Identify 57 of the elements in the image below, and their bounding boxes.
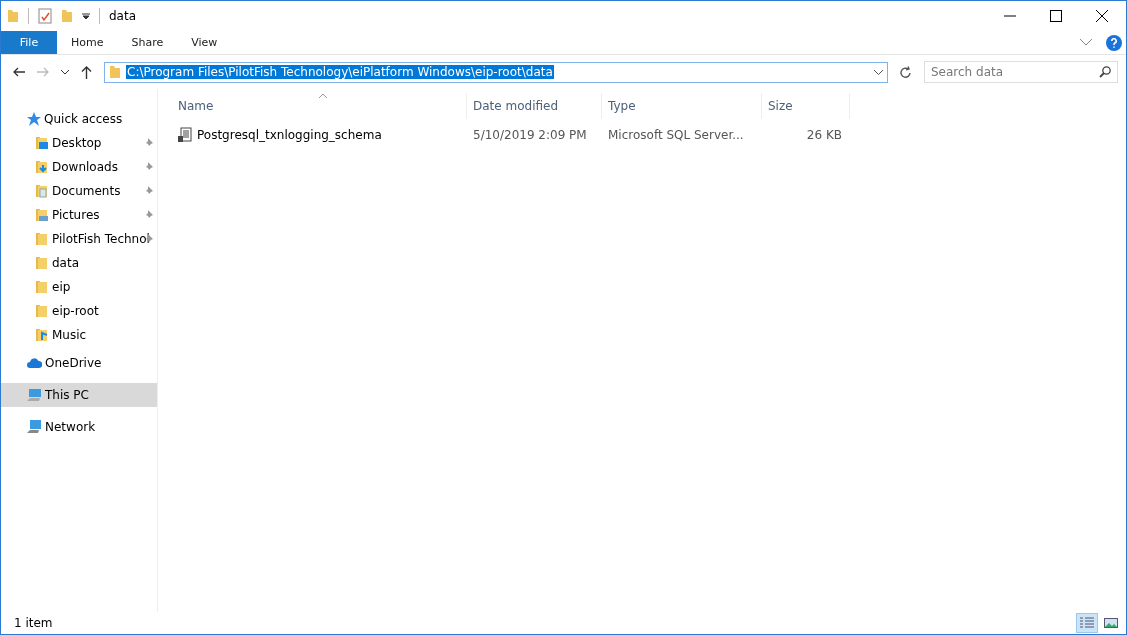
dropdown-icon[interactable] — [82, 12, 90, 20]
folder-icon — [35, 280, 49, 294]
properties-icon[interactable] — [38, 8, 52, 24]
cloud-icon — [27, 358, 42, 368]
folder-icon — [109, 65, 121, 79]
sidebar-item[interactable]: eip — [1, 275, 157, 299]
column-header[interactable]: Date modified — [467, 93, 602, 119]
picture-icon — [1104, 617, 1118, 629]
folder-icon — [35, 232, 49, 246]
downloads-folder-icon — [35, 160, 49, 174]
type-cell-text: Microsoft SQL Server... — [607, 128, 745, 142]
sidebar-item[interactable]: Network — [1, 415, 157, 439]
item-count: 1 item — [14, 616, 53, 630]
close-icon[interactable] — [1096, 10, 1108, 22]
column-header[interactable]: Name — [172, 93, 467, 119]
computer-icon — [27, 388, 42, 402]
sidebar-item[interactable]: eip-root — [1, 299, 157, 323]
sidebar-item[interactable]: Desktop — [1, 131, 157, 155]
recent-locations-icon[interactable] — [61, 69, 69, 75]
sidebar-item[interactable]: OneDrive — [1, 351, 157, 375]
pictures-folder-icon — [35, 208, 49, 222]
sidebar-item[interactable]: Downloads — [1, 155, 157, 179]
sidebar-item[interactable]: Music — [1, 323, 157, 347]
sidebar-item[interactable]: Documents — [1, 179, 157, 203]
music-folder-icon — [35, 328, 49, 342]
ribbon-tab[interactable]: Share — [117, 31, 178, 54]
desktop-folder-icon — [35, 136, 49, 150]
sidebar-item[interactable]: Pictures — [1, 203, 157, 227]
back-arrow-icon[interactable] — [13, 67, 25, 77]
star-icon — [27, 112, 41, 126]
network-icon — [27, 420, 42, 434]
search-field[interactable]: Search data — [924, 61, 1118, 83]
up-arrow-icon[interactable] — [81, 65, 92, 79]
size-cell-text: 26 KB — [805, 128, 843, 142]
sidebar-item[interactable]: Quick access — [1, 107, 157, 131]
sidebar-item[interactable]: This PC — [1, 383, 157, 407]
search-icon[interactable] — [1099, 66, 1111, 78]
file-name-cell[interactable]: Postgresql_txnlogging_schema — [172, 127, 467, 143]
help-icon[interactable] — [1106, 34, 1122, 51]
refresh-icon[interactable] — [900, 65, 912, 79]
script-file-icon — [178, 127, 192, 143]
list-icon — [1080, 617, 1094, 629]
column-header[interactable]: Size — [762, 93, 850, 119]
sidebar-item[interactable]: data — [1, 251, 157, 275]
folder-icon — [35, 256, 49, 270]
ribbon-tab[interactable]: Home — [57, 31, 118, 54]
date-cell-text: 5/10/2019 2:09 PM — [472, 128, 588, 142]
ribbon-tab[interactable]: View — [177, 31, 232, 54]
column-header[interactable]: Type — [602, 93, 762, 119]
maximize-icon[interactable] — [1050, 10, 1062, 22]
folder-icon — [35, 304, 49, 318]
sidebar-item[interactable]: PilotFish Technol — [1, 227, 157, 251]
expand-ribbon-icon[interactable] — [1080, 39, 1092, 46]
window-title: data — [109, 9, 137, 23]
dropdown-icon[interactable] — [874, 69, 883, 75]
documents-folder-icon — [35, 184, 49, 198]
address-bar[interactable]: C:\Program Files\PilotFish Technology\eiPlatform Windows\eip-root\data — [104, 61, 888, 83]
